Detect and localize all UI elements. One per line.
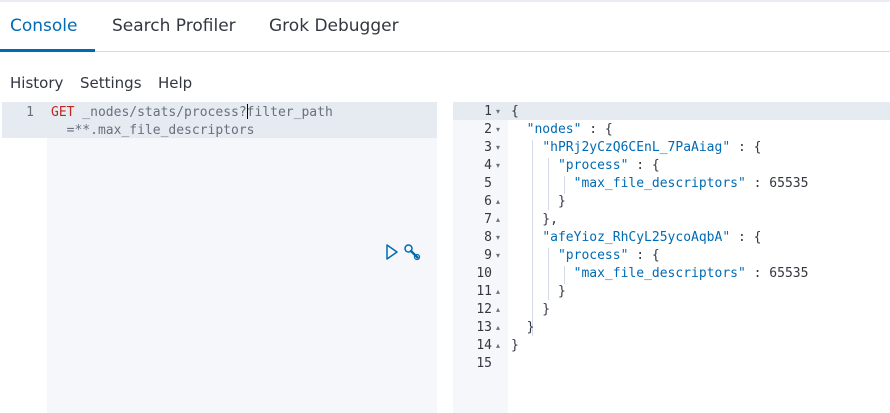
output-line: 6 ▴ } — [453, 193, 890, 211]
fold-up-icon[interactable]: ▴ — [496, 319, 500, 337]
output-line-text: { — [511, 104, 519, 119]
output-line: 14 ▴} — [453, 337, 890, 355]
output-line-number: 1 — [484, 104, 492, 119]
output-line: 4 ▾ "process" : { — [453, 157, 890, 175]
output-line-number: 2 — [484, 122, 492, 137]
request-editor[interactable]: 1 GET _nodes/stats/process?filter_path =… — [2, 102, 437, 413]
fold-up-icon[interactable]: ▴ — [496, 337, 500, 355]
output-line-number: 6 — [484, 194, 492, 209]
output-line: 9 ▾ "process" : { — [453, 247, 890, 265]
tab-grok-debugger[interactable]: Grok Debugger — [269, 2, 399, 52]
fold-down-icon[interactable]: ▾ — [496, 247, 500, 265]
output-line-text: "afeYioz_RhCyL25ycoAqbA" : { — [542, 230, 762, 245]
output-line: 1 ▾ { — [453, 103, 890, 121]
output-line-text: } — [511, 338, 519, 353]
fold-down-icon[interactable]: ▾ — [496, 157, 500, 175]
output-line-text: "max_file_descriptors" : 65535 — [573, 176, 809, 191]
output-line-text: } — [511, 302, 551, 317]
fold-up-icon[interactable]: ▴ — [496, 283, 500, 301]
output-line-text: "nodes" : { — [526, 122, 613, 137]
output-line-number: 5 — [484, 176, 492, 191]
output-line: 12 ▴ } — [453, 301, 890, 319]
active-tab-indicator — [0, 49, 95, 52]
output-line: 10 "max_file_descriptors" : 65535 — [453, 265, 890, 283]
fold-down-icon[interactable]: ▾ — [496, 103, 500, 121]
history-link[interactable]: History — [10, 70, 63, 96]
output-line-text: "max_file_descriptors" : 65535 — [573, 266, 809, 281]
pane-resizer[interactable] — [437, 102, 453, 413]
request-line-wrapped[interactable]: =**.max_file_descriptors — [51, 122, 255, 140]
request-method: GET — [51, 105, 75, 120]
response-output[interactable]: 1 ▾ {2 ▾ "nodes" : { 3 ▾ "hPRj2yCzQ6CEnL_7PaA… — [453, 102, 890, 413]
output-line-number: 9 — [484, 248, 492, 263]
output-line: 8 ▾ "afeYioz_RhCyL25ycoAqbA" : { — [453, 229, 890, 247]
output-line-number: 15 — [476, 356, 492, 371]
output-line-number: 7 — [484, 212, 492, 227]
output-line-text: "hPRj2yCzQ6CEnL_7PaAiag" : { — [542, 140, 762, 155]
output-line: 2 ▾ "nodes" : { — [453, 121, 890, 139]
output-line-number: 13 — [476, 320, 492, 335]
tab-console[interactable]: Console — [10, 2, 78, 52]
tab-search-profiler[interactable]: Search Profiler — [112, 2, 236, 52]
output-line-text: }, — [511, 212, 558, 227]
output-line-text: "process" : { — [557, 248, 660, 263]
settings-link[interactable]: Settings — [80, 70, 142, 96]
output-line: 7 ▴ }, — [453, 211, 890, 229]
output-line-text: } — [511, 320, 535, 335]
play-icon[interactable] — [382, 242, 402, 262]
output-line: 15 — [453, 355, 890, 373]
output-line-number: 4 — [484, 158, 492, 173]
fold-up-icon[interactable]: ▴ — [496, 193, 500, 211]
fold-down-icon[interactable]: ▾ — [496, 229, 500, 247]
output-line-number: 3 — [484, 140, 492, 155]
editor-gutter — [2, 102, 47, 413]
editor-content-area[interactable] — [47, 102, 437, 413]
output-line-number: 8 — [484, 230, 492, 245]
output-line-number: 12 — [476, 302, 492, 317]
output-line-number: 14 — [476, 338, 492, 353]
editor-line-number: 1 — [26, 105, 34, 120]
fold-down-icon[interactable]: ▾ — [496, 121, 500, 139]
output-line: 11 ▴ } — [453, 283, 890, 301]
tab-bar: Console Search Profiler Grok Debugger — [0, 2, 890, 52]
output-line: 13 ▴ } — [453, 319, 890, 337]
output-line-number: 11 — [476, 284, 492, 299]
help-link[interactable]: Help — [158, 70, 192, 96]
fold-up-icon[interactable]: ▴ — [496, 301, 500, 319]
output-line-number: 10 — [476, 266, 492, 281]
output-line-text: "process" : { — [557, 158, 660, 173]
request-line[interactable]: GET _nodes/stats/process?filter_path — [51, 104, 333, 122]
output-line-text: } — [511, 284, 566, 299]
output-line: 3 ▾ "hPRj2yCzQ6CEnL_7PaAiag" : { — [453, 139, 890, 157]
request-path: _nodes/stats/process? — [74, 105, 247, 120]
request-path-continued: filter_path — [246, 105, 333, 120]
output-line: 5 "max_file_descriptors" : 65535 — [453, 175, 890, 193]
fold-down-icon[interactable]: ▾ — [496, 139, 500, 157]
wrench-icon[interactable] — [402, 242, 422, 262]
output-line-text: } — [511, 194, 566, 209]
fold-up-icon[interactable]: ▴ — [496, 211, 500, 229]
